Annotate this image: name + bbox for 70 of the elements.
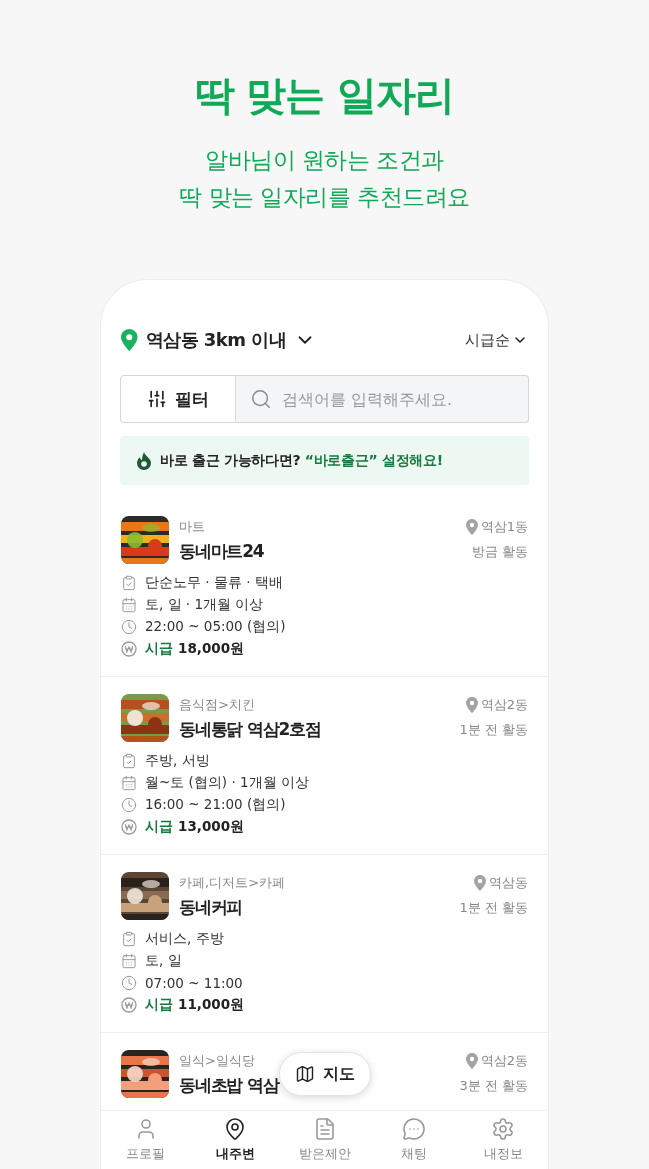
location-selector[interactable]: 역삼동 3km 이내	[121, 328, 317, 352]
job-detail: 서비스, 주방	[145, 930, 224, 948]
job-detail: 주방, 서빙	[145, 752, 210, 770]
search-icon	[250, 388, 272, 410]
calendar-icon	[121, 953, 137, 969]
pay-amount: 18,000원	[178, 640, 245, 658]
activity-time: 1분 전 활동	[459, 721, 528, 739]
job-detail: 토, 일 · 1개월 이상	[145, 596, 264, 614]
job-area: 역삼1동	[480, 518, 528, 536]
promo-banner[interactable]: 바로 출근 가능하다면? “바로출근” 설정해요!	[120, 436, 529, 485]
checklist-icon	[121, 575, 137, 591]
nav-tab[interactable]: 프로필	[101, 1111, 191, 1169]
sliders-icon	[147, 389, 167, 409]
nav-tab[interactable]: 내주변	[190, 1111, 280, 1169]
nav-tab[interactable]: 내정보	[458, 1111, 548, 1169]
nav-tab[interactable]: 채팅	[369, 1111, 459, 1169]
location-pin-icon	[121, 329, 138, 351]
chat-icon	[401, 1117, 426, 1141]
job-card[interactable]: 카페,디저트>카페 동네커피 역삼동 1분 전 활동 서비스, 주방 토, 일 07:00 ~ 11:00 시급 11,000원	[101, 855, 548, 1033]
job-detail: 07:00 ~ 11:00	[145, 975, 243, 991]
clock-icon	[121, 975, 137, 991]
job-title: 동네커피	[179, 896, 244, 919]
job-category: 음식점>치킨	[179, 696, 256, 714]
filter-button[interactable]: 필터	[120, 375, 236, 423]
banner-text: 바로 출근 가능하다면? “바로출근” 설정해요!	[160, 451, 443, 470]
nav-tab[interactable]: 받은제안	[279, 1111, 370, 1169]
job-card[interactable]: 마트 동네마트24 역삼1동 방금 활동 단순노무 · 물류 · 택배 토, 일 · 1개월 이상 22:00 ~ 05:00 (협의) 시급 18,000원	[101, 499, 548, 677]
job-area: 역삼동	[489, 874, 528, 892]
location-pin-icon	[465, 697, 478, 713]
pay-amount: 11,000원	[178, 996, 245, 1014]
pay-label: 시급	[145, 640, 173, 658]
activity-time: 3분 전 활동	[459, 1077, 528, 1095]
job-detail: 16:00 ~ 21:00 (협의)	[145, 796, 286, 814]
won-icon	[121, 997, 137, 1013]
search-field[interactable]: 검색어를 입력해주세요.	[236, 375, 529, 423]
hero-title: 딱 맞는 일자리	[194, 71, 455, 120]
checklist-icon	[121, 753, 137, 769]
activity-time: 방금 활동	[471, 543, 528, 561]
job-title: 동네통닭 역삼2호점	[179, 718, 322, 741]
job-detail: 월~토 (협의) · 1개월 이상	[145, 774, 309, 792]
location-pin-icon	[465, 1053, 478, 1069]
flame-icon	[136, 451, 152, 470]
pay-label: 시급	[145, 996, 173, 1014]
calendar-icon	[121, 597, 137, 613]
won-icon	[121, 641, 137, 657]
activity-time: 1분 전 활동	[459, 899, 528, 917]
job-detail: 토, 일	[145, 952, 182, 970]
sort-button[interactable]: 시급순	[465, 330, 528, 350]
calendar-icon	[121, 775, 137, 791]
hero-subtitle: 딱 맞는 일자리를 추천드려요	[179, 183, 470, 212]
checklist-icon	[121, 931, 137, 947]
clock-icon	[121, 797, 137, 813]
settings-icon	[491, 1117, 516, 1141]
job-detail: 22:00 ~ 05:00 (협의)	[145, 618, 286, 636]
pay-amount: 13,000원	[178, 818, 245, 836]
pay-label: 시급	[145, 818, 173, 836]
job-area: 역삼2동	[480, 696, 528, 714]
job-title: 동네마트24	[179, 540, 265, 563]
job-category: 카페,디저트>카페	[179, 874, 287, 892]
location-pin-icon	[474, 875, 486, 891]
job-card[interactable]: 음식점>치킨 동네통닭 역삼2호점 역삼2동 1분 전 활동 주방, 서빙 월~토 (협의) · 1개월 이상 16:00 ~ 21:00 (협의) 시급 13,000원	[101, 677, 548, 855]
won-icon	[121, 819, 137, 835]
location-pin-icon	[465, 519, 478, 535]
job-area: 역삼2동	[480, 1052, 528, 1070]
map-icon	[294, 1064, 315, 1084]
hero-subtitle: 알바님이 원하는 조건과	[205, 146, 444, 175]
job-detail: 단순노무 · 물류 · 택배	[145, 574, 283, 592]
job-category: 일식>일식당	[179, 1052, 256, 1070]
job-category: 마트	[179, 518, 206, 536]
clock-icon	[121, 619, 137, 635]
